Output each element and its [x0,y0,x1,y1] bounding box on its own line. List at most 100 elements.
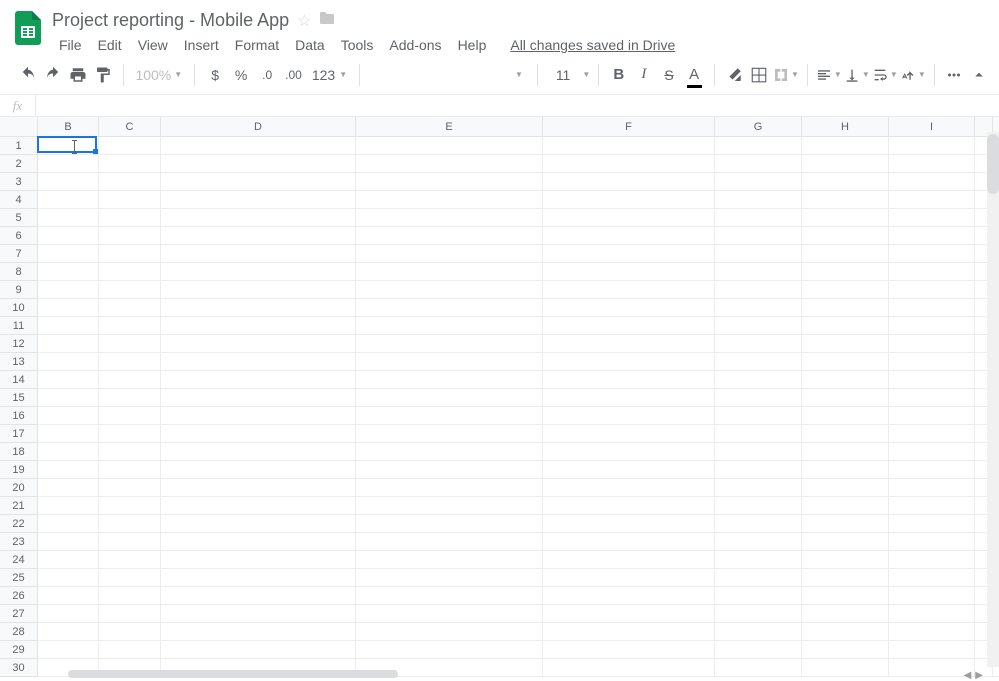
cell[interactable] [543,389,715,406]
cell[interactable] [356,209,543,226]
cell[interactable] [715,425,802,442]
cell[interactable] [543,335,715,352]
folder-icon[interactable] [319,11,335,30]
cell-grid[interactable] [38,137,999,677]
more-button[interactable] [943,61,966,89]
cell[interactable] [99,515,161,532]
cell[interactable] [889,227,975,244]
col-header-F[interactable]: F [543,117,715,136]
row-header-17[interactable]: 17 [0,425,37,443]
cell[interactable] [802,353,889,370]
cell[interactable] [356,497,543,514]
cell[interactable] [356,461,543,478]
cell[interactable] [715,191,802,208]
cell[interactable] [802,191,889,208]
cell[interactable] [715,461,802,478]
cell[interactable] [161,605,356,622]
cell[interactable] [99,209,161,226]
cell[interactable] [356,623,543,640]
cell[interactable] [161,533,356,550]
cell[interactable] [889,173,975,190]
row-header-10[interactable]: 10 [0,299,37,317]
borders-button[interactable] [748,61,771,89]
row-header-2[interactable]: 2 [0,155,37,173]
cell[interactable] [38,191,99,208]
row-header-25[interactable]: 25 [0,569,37,587]
row-header-23[interactable]: 23 [0,533,37,551]
format-percent-button[interactable]: % [229,61,253,89]
cell[interactable] [543,191,715,208]
cell[interactable] [161,335,356,352]
cell[interactable] [802,461,889,478]
cell[interactable] [715,245,802,262]
cell[interactable] [161,443,356,460]
text-rotation-button[interactable]: ▼ [900,61,926,89]
cell[interactable] [161,245,356,262]
font-size-input[interactable]: 11 [546,67,581,83]
cell[interactable] [356,227,543,244]
merge-cells-button[interactable]: ▼ [773,61,799,89]
cell[interactable] [38,479,99,496]
cell[interactable] [99,425,161,442]
row-header-4[interactable]: 4 [0,191,37,209]
cell[interactable] [161,299,356,316]
cell[interactable] [161,569,356,586]
cell[interactable] [161,587,356,604]
cell[interactable] [38,569,99,586]
cell[interactable] [543,281,715,298]
cell[interactable] [802,155,889,172]
cell[interactable] [543,479,715,496]
row-header-12[interactable]: 12 [0,335,37,353]
cell[interactable] [715,335,802,352]
cell[interactable] [356,371,543,388]
cell[interactable] [889,461,975,478]
increase-decimal-button[interactable]: .00 [281,61,306,89]
cell[interactable] [356,281,543,298]
row-header-3[interactable]: 3 [0,173,37,191]
text-color-button[interactable]: A [683,61,706,89]
cell[interactable] [356,137,543,154]
cell[interactable] [802,407,889,424]
cell[interactable] [356,263,543,280]
cell[interactable] [543,371,715,388]
cell[interactable] [802,137,889,154]
cell[interactable] [99,587,161,604]
cell[interactable] [38,137,99,154]
cell[interactable] [715,353,802,370]
cell[interactable] [99,371,161,388]
cell[interactable] [543,623,715,640]
cell[interactable] [715,605,802,622]
cell[interactable] [543,425,715,442]
cell[interactable] [715,515,802,532]
cell[interactable] [99,641,161,658]
cell[interactable] [99,407,161,424]
col-header-B[interactable]: B [38,117,99,136]
cell[interactable] [99,317,161,334]
cell[interactable] [715,479,802,496]
redo-button[interactable] [41,61,64,89]
cell[interactable] [38,227,99,244]
row-header-22[interactable]: 22 [0,515,37,533]
cell[interactable] [543,155,715,172]
cell[interactable] [161,425,356,442]
cell[interactable] [99,461,161,478]
cell[interactable] [38,245,99,262]
cell[interactable] [99,623,161,640]
cell[interactable] [543,443,715,460]
cell[interactable] [38,335,99,352]
cell[interactable] [543,515,715,532]
cell[interactable] [715,641,802,658]
cell[interactable] [543,173,715,190]
cell[interactable] [889,389,975,406]
cell[interactable] [715,263,802,280]
vertical-scrollbar-thumb[interactable] [987,134,999,194]
nav-right-icon[interactable]: ▶ [975,670,983,681]
cell[interactable] [889,353,975,370]
col-header-H[interactable]: H [802,117,889,136]
cell[interactable] [356,641,543,658]
row-header-21[interactable]: 21 [0,497,37,515]
cell[interactable] [802,623,889,640]
cell[interactable] [543,137,715,154]
cell[interactable] [802,173,889,190]
menu-data[interactable]: Data [288,35,332,55]
